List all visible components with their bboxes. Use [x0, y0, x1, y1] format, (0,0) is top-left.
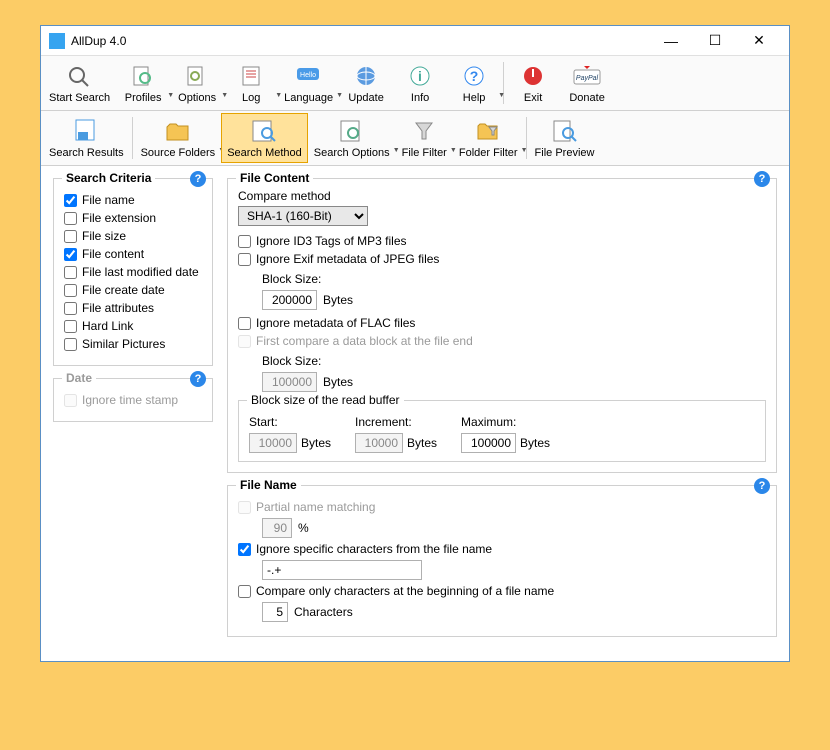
- language-icon: Hello: [293, 62, 325, 90]
- folder-filter-icon: [472, 117, 504, 145]
- main-toolbar: Start Search Profiles▼ Options▼ Log▼ Hel…: [41, 56, 789, 111]
- read-buffer-title: Block size of the read buffer: [247, 393, 404, 407]
- help-icon[interactable]: ?: [190, 171, 206, 187]
- file-content-title: File Content: [236, 171, 313, 185]
- ignore-exif-checkbox[interactable]: Ignore Exif metadata of JPEG files: [238, 252, 766, 266]
- date-title: Date: [62, 371, 96, 385]
- block-size2-input: [262, 372, 317, 392]
- donate-button[interactable]: PayPal Donate: [560, 58, 614, 108]
- gear-doc-icon: [127, 62, 159, 90]
- svg-text:i: i: [418, 68, 422, 84]
- search-method-button[interactable]: Search Method: [221, 113, 308, 163]
- svg-text:PayPal: PayPal: [576, 75, 599, 82]
- block-size-input[interactable]: [262, 290, 317, 310]
- app-icon: [49, 33, 65, 49]
- globe-icon: [350, 62, 382, 90]
- file-extension-checkbox[interactable]: File extension: [64, 211, 202, 225]
- bytes-unit: Bytes: [323, 375, 353, 389]
- start-label: Start:: [249, 415, 331, 429]
- compare-method-select[interactable]: SHA-1 (160-Bit): [238, 206, 368, 226]
- window: AllDup 4.0 — ☐ ✕ Start Search Profiles▼ …: [40, 25, 790, 662]
- maximum-label: Maximum:: [461, 415, 550, 429]
- folder-icon: [162, 117, 194, 145]
- ignore-chars-checkbox[interactable]: Ignore specific characters from the file…: [238, 542, 766, 556]
- increment-input: [355, 433, 403, 453]
- paypal-icon: PayPal: [571, 62, 603, 90]
- maximize-button[interactable]: ☐: [693, 27, 737, 55]
- help-icon[interactable]: ?: [754, 171, 770, 187]
- folder-filter-button[interactable]: Folder Filter▼: [453, 113, 524, 163]
- log-button[interactable]: Log▼: [224, 58, 278, 108]
- file-preview-button[interactable]: File Preview: [529, 113, 601, 163]
- similar-pictures-checkbox[interactable]: Similar Pictures: [64, 337, 202, 351]
- file-create-date-checkbox[interactable]: File create date: [64, 283, 202, 297]
- info-icon: i: [404, 62, 436, 90]
- block-size-label: Block Size:: [262, 272, 766, 286]
- svg-text:?: ?: [470, 68, 479, 84]
- search-options-icon: [336, 117, 368, 145]
- search-criteria-group: Search Criteria ? File name File extensi…: [53, 178, 213, 366]
- log-icon: [235, 62, 267, 90]
- start-search-button[interactable]: Start Search: [43, 58, 116, 108]
- titlebar: AllDup 4.0 — ☐ ✕: [41, 26, 789, 56]
- first-compare-checkbox: First compare a data block at the file e…: [238, 334, 766, 348]
- help-icon: ?: [458, 62, 490, 90]
- compare-only-checkbox[interactable]: Compare only characters at the beginning…: [238, 584, 766, 598]
- profiles-button[interactable]: Profiles▼: [116, 58, 170, 108]
- results-icon: [70, 117, 102, 145]
- file-attributes-checkbox[interactable]: File attributes: [64, 301, 202, 315]
- gear-icon: [181, 62, 213, 90]
- help-icon[interactable]: ?: [754, 478, 770, 494]
- update-button[interactable]: Update: [339, 58, 393, 108]
- file-size-checkbox[interactable]: File size: [64, 229, 202, 243]
- ignore-id3-checkbox[interactable]: Ignore ID3 Tags of MP3 files: [238, 234, 766, 248]
- filter-icon: [408, 117, 440, 145]
- exit-button[interactable]: Exit: [506, 58, 560, 108]
- partial-percent-input: [262, 518, 292, 538]
- read-buffer-group: Block size of the read buffer Start: Byt…: [238, 400, 766, 462]
- svg-text:Hello: Hello: [300, 72, 316, 79]
- magnifier-icon: [64, 62, 96, 90]
- help-button[interactable]: ? Help▼: [447, 58, 501, 108]
- file-last-modified-checkbox[interactable]: File last modified date: [64, 265, 202, 279]
- search-options-button[interactable]: Search Options▼: [308, 113, 396, 163]
- secondary-toolbar: Search Results Source Folders▼ Search Me…: [41, 111, 789, 166]
- partial-match-checkbox: Partial name matching: [238, 500, 766, 514]
- start-input: [249, 433, 297, 453]
- file-filter-button[interactable]: File Filter▼: [396, 113, 453, 163]
- search-criteria-title: Search Criteria: [62, 171, 155, 185]
- ignore-timestamp-checkbox: Ignore time stamp: [64, 393, 202, 407]
- ignore-flac-checkbox[interactable]: Ignore metadata of FLAC files: [238, 316, 766, 330]
- exit-icon: [517, 62, 549, 90]
- date-group: Date ? Ignore time stamp: [53, 378, 213, 422]
- search-method-icon: [248, 117, 280, 145]
- ignore-chars-input[interactable]: [262, 560, 422, 580]
- file-content-group: File Content ? Compare method SHA-1 (160…: [227, 178, 777, 473]
- help-icon[interactable]: ?: [190, 371, 206, 387]
- block-size2-label: Block Size:: [262, 354, 766, 368]
- hard-link-checkbox[interactable]: Hard Link: [64, 319, 202, 333]
- file-name-group: File Name ? Partial name matching % Igno…: [227, 485, 777, 637]
- file-name-checkbox[interactable]: File name: [64, 193, 202, 207]
- file-name-title: File Name: [236, 478, 301, 492]
- file-content-checkbox[interactable]: File content: [64, 247, 202, 261]
- maximum-input[interactable]: [461, 433, 516, 453]
- options-button[interactable]: Options▼: [170, 58, 224, 108]
- minimize-button[interactable]: —: [649, 27, 693, 55]
- compare-only-input[interactable]: [262, 602, 288, 622]
- language-button[interactable]: Hello Language▼: [278, 58, 339, 108]
- compare-method-label: Compare method: [238, 189, 766, 203]
- window-title: AllDup 4.0: [71, 34, 649, 48]
- search-results-button[interactable]: Search Results: [43, 113, 130, 163]
- content-area: Search Criteria ? File name File extensi…: [41, 166, 789, 661]
- increment-label: Increment:: [355, 415, 437, 429]
- info-button[interactable]: i Info: [393, 58, 447, 108]
- source-folders-button[interactable]: Source Folders▼: [135, 113, 222, 163]
- preview-icon: [549, 117, 581, 145]
- close-button[interactable]: ✕: [737, 27, 781, 55]
- bytes-unit: Bytes: [323, 293, 353, 307]
